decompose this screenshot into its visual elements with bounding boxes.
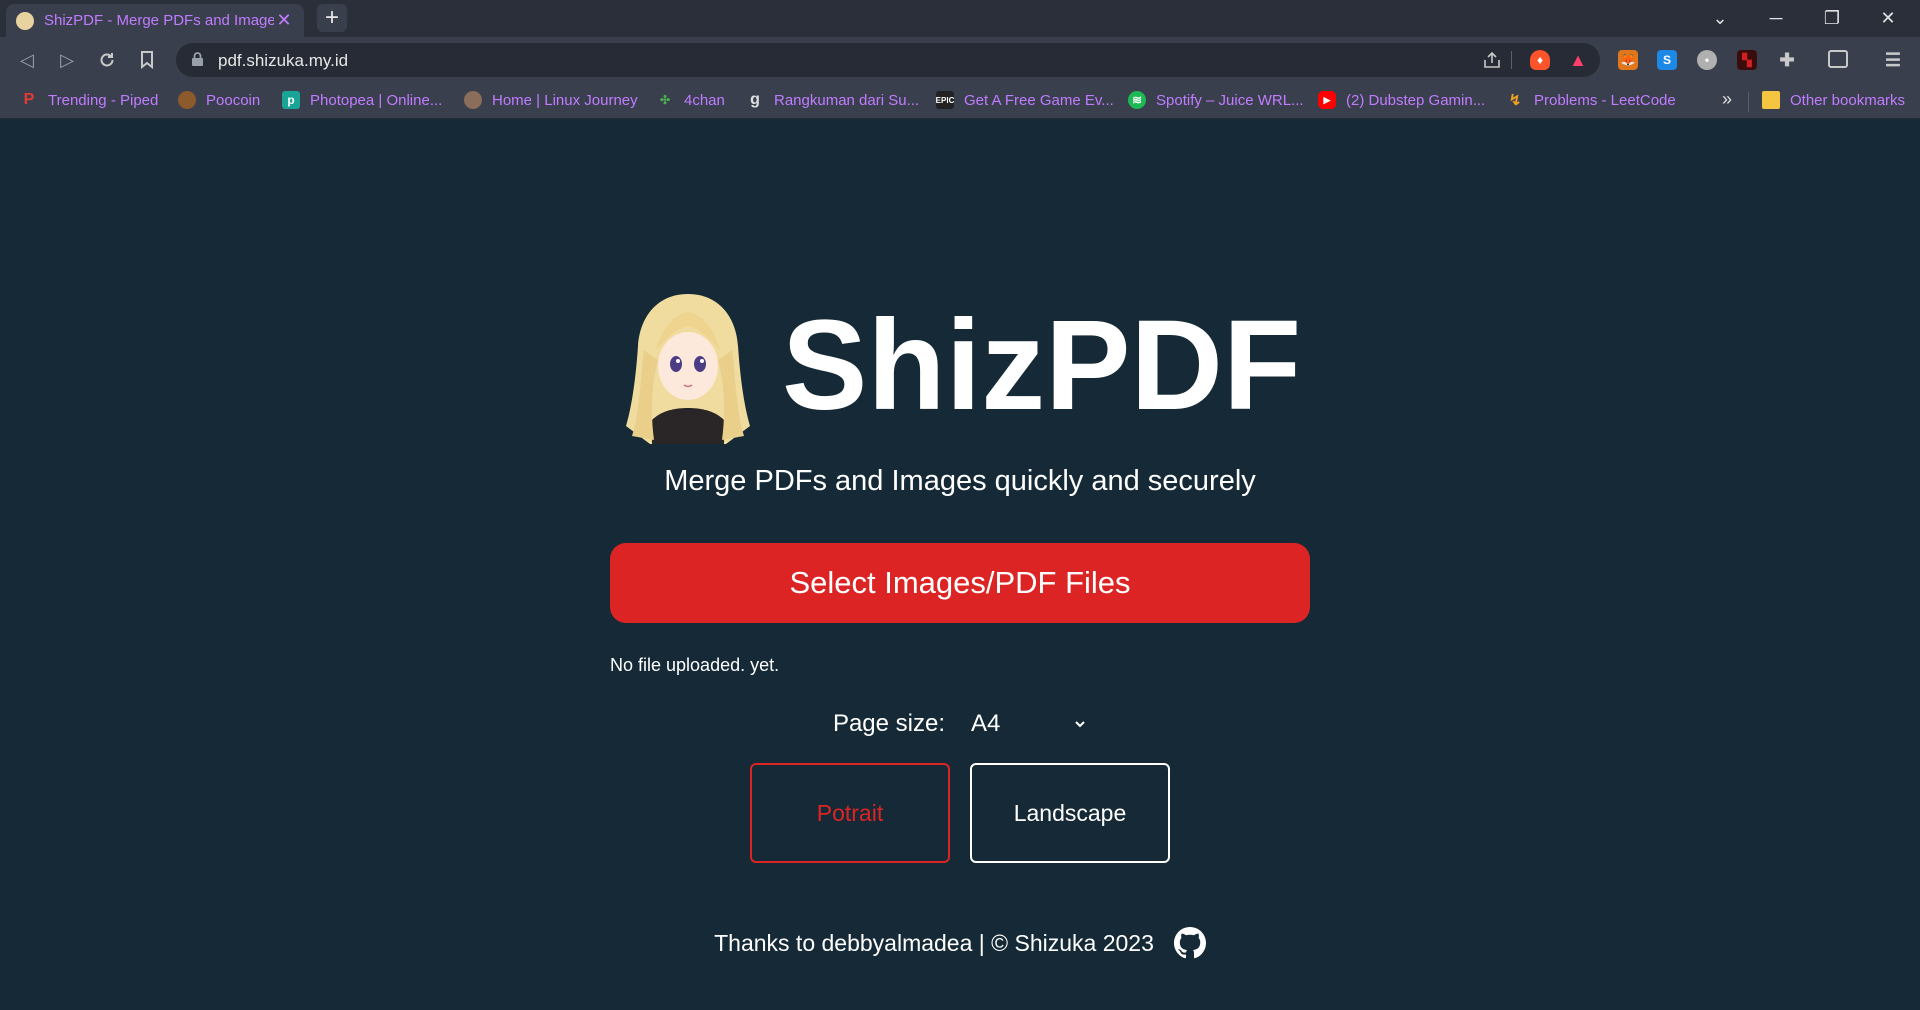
browser-tab[interactable]: ShizPDF - Merge PDFs and Images ✕ — [6, 4, 304, 37]
bookmark-label: Poocoin — [206, 91, 261, 109]
bookmark-item[interactable]: ✣ 4chan — [656, 91, 725, 109]
g-icon: g — [750, 91, 760, 108]
brave-rewards-icon[interactable]: ▲ — [1568, 50, 1588, 70]
bookmark-item[interactable]: EPIC Get A Free Game Ev... — [936, 91, 1114, 109]
shizuka-mascot-image — [626, 294, 750, 444]
bookmark-item[interactable]: ≋ Spotify – Juice WRL... — [1128, 91, 1304, 109]
avatar-extension-icon[interactable]: • — [1697, 50, 1717, 70]
bookmark-item[interactable]: g Rangkuman dari Su... — [746, 91, 919, 109]
page-size-label: Page size: — [832, 710, 946, 737]
potrait-button[interactable]: Potrait — [750, 763, 950, 863]
poocoin-icon — [178, 91, 196, 109]
other-bookmarks-folder[interactable]: Other bookmarks — [1762, 91, 1905, 109]
page-subtitle: Merge PDFs and Images quickly and secure… — [664, 465, 1256, 497]
page-size-value: A4 — [971, 710, 1001, 737]
footer: Thanks to debbyalmadea | © Shizuka 2023 — [0, 927, 1920, 959]
bookmark-label: Problems - LeetCode — [1534, 91, 1676, 109]
minimize-icon[interactable]: ─ — [1748, 0, 1804, 37]
space-invader-extension-icon[interactable]: ▚ — [1737, 50, 1757, 70]
address-bar-divider — [1511, 51, 1512, 69]
more-bookmarks-chevron-icon[interactable]: » — [1722, 89, 1732, 110]
back-icon[interactable]: ◁ — [12, 45, 42, 75]
extensions-puzzle-icon[interactable]: ✚ — [1777, 50, 1797, 70]
chevron-down-icon — [1075, 721, 1085, 728]
bookmark-label: Home | Linux Journey — [492, 91, 638, 109]
bookmark-item[interactable]: Home | Linux Journey — [464, 91, 638, 109]
epic-games-icon: EPIC — [936, 91, 954, 109]
bookmark-icon[interactable] — [132, 45, 162, 75]
bookmark-item[interactable]: Poocoin — [178, 91, 260, 109]
bookmark-item[interactable]: P Trending - Piped — [20, 91, 159, 109]
bookmark-item[interactable]: p Photopea | Online... — [282, 91, 442, 109]
tab-title: ShizPDF - Merge PDFs and Images — [44, 12, 274, 29]
select-files-button[interactable]: Select Images/PDF Files — [610, 543, 1310, 623]
bookmark-label: Rangkuman dari Su... — [774, 91, 920, 109]
linux-journey-icon — [464, 91, 482, 109]
bookmark-label: Trending - Piped — [48, 91, 159, 109]
lock-icon — [192, 52, 203, 66]
browser-toolbar: ◁ ▷ pdf.shizuka.my.id ♦ ▲ 🦊 S • ▚ ✚ ☰ — [0, 37, 1920, 83]
footer-text: Thanks to debbyalmadea | © Shizuka 2023 — [714, 929, 1154, 956]
tab-bar: ShizPDF - Merge PDFs and Images ✕ + ⌄ ─ … — [0, 0, 1920, 37]
photopea-icon: p — [282, 91, 300, 109]
spotify-icon: ≋ — [1128, 91, 1146, 109]
folder-icon — [1762, 91, 1780, 109]
url-text: pdf.shizuka.my.id — [218, 51, 349, 70]
brand-title: ShizPDF — [782, 294, 1302, 437]
4chan-icon: ✣ — [659, 93, 671, 107]
piped-icon: P — [23, 91, 35, 108]
page-size-row: Page size: A4 — [0, 710, 1920, 738]
address-bar[interactable]: pdf.shizuka.my.id ♦ ▲ — [176, 43, 1600, 77]
bookmark-item[interactable]: ↯ Problems - LeetCode — [1506, 91, 1676, 110]
leetcode-icon: ↯ — [1508, 92, 1522, 109]
brave-shields-icon[interactable]: ♦ — [1530, 50, 1550, 70]
bookmark-label: Spotify – Juice WRL... — [1156, 91, 1304, 109]
tab-close-icon[interactable]: ✕ — [274, 10, 294, 31]
bookmark-item[interactable]: ▶ (2) Dubstep Gamin... — [1318, 91, 1485, 109]
github-icon[interactable] — [1173, 927, 1206, 959]
bookmark-label: Photopea | Online... — [310, 91, 443, 109]
wallet-icon[interactable] — [1828, 50, 1848, 68]
menu-icon[interactable]: ☰ — [1883, 50, 1903, 70]
bookmarks-divider — [1748, 92, 1749, 112]
window-close-icon[interactable]: ✕ — [1860, 0, 1916, 37]
forward-icon[interactable]: ▷ — [52, 45, 82, 75]
tab-search-chevron-icon[interactable]: ⌄ — [1692, 0, 1748, 37]
bookmark-label: 4chan — [684, 91, 725, 109]
reload-icon[interactable] — [92, 45, 122, 75]
upload-status: No file uploaded. yet. — [610, 655, 780, 675]
restore-icon[interactable]: ❐ — [1804, 0, 1860, 37]
s-extension-icon[interactable]: S — [1657, 50, 1677, 70]
other-bookmarks-label: Other bookmarks — [1790, 91, 1906, 109]
page-size-select[interactable]: A4 — [971, 710, 1087, 738]
bookmark-label: Get A Free Game Ev... — [964, 91, 1114, 109]
youtube-icon: ▶ — [1318, 91, 1336, 109]
landscape-button[interactable]: Landscape — [970, 763, 1170, 863]
bookmarks-bar: P Trending - Piped Poocoin p Photopea | … — [0, 83, 1920, 119]
hero: ShizPDF — [626, 290, 1314, 450]
share-icon[interactable] — [1482, 50, 1502, 70]
metamask-extension-icon[interactable]: 🦊 — [1618, 50, 1638, 70]
new-tab-button[interactable]: + — [317, 4, 347, 32]
bookmark-label: (2) Dubstep Gamin... — [1346, 91, 1486, 109]
shizpdf-favicon-icon — [16, 11, 34, 30]
